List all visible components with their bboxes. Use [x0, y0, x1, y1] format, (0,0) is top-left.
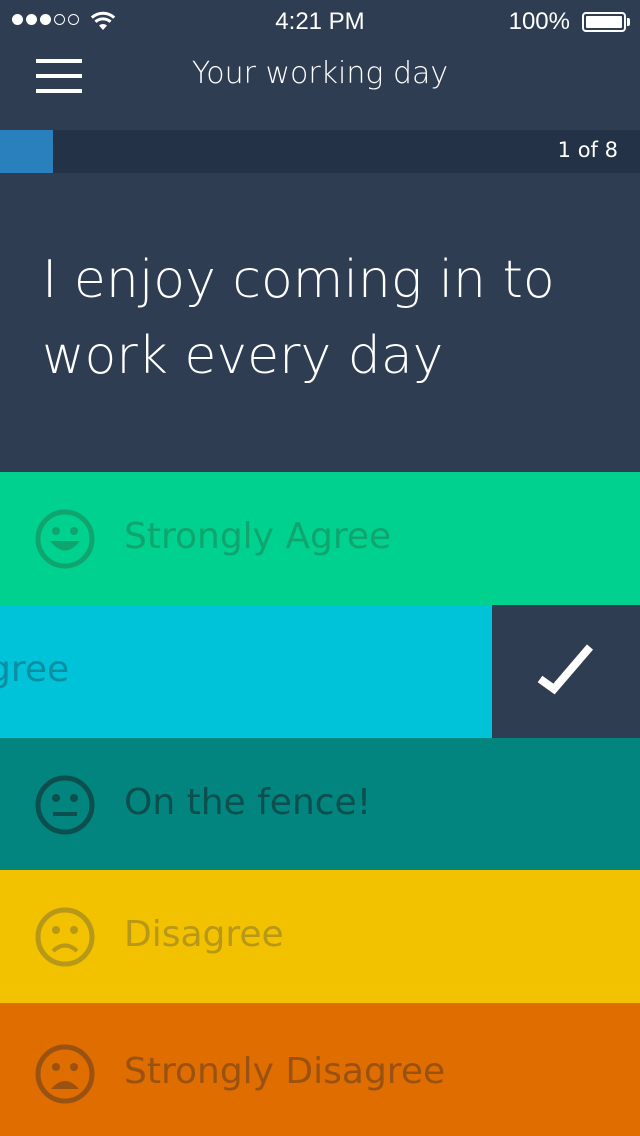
neutral-face-icon — [35, 775, 95, 835]
option-on-the-fence[interactable]: On the fence! — [0, 738, 640, 870]
progress-fill — [0, 130, 53, 173]
progress-text: 1 of 8 — [557, 138, 618, 162]
status-bar: 4:21 PM 100% — [0, 0, 640, 44]
nav-bar: Your working day — [0, 44, 640, 128]
very-happy-face-icon — [35, 509, 95, 569]
selected-indicator — [492, 605, 640, 738]
page-title: Your working day — [191, 56, 449, 91]
progress-bar: 1 of 8 — [0, 130, 640, 173]
option-label: On the fence! — [124, 782, 372, 823]
option-label: gree — [0, 649, 70, 690]
battery-percent: 100% — [508, 8, 570, 35]
option-disagree[interactable]: Disagree — [0, 870, 640, 1003]
option-agree[interactable]: gree — [0, 605, 640, 738]
option-strongly-agree[interactable]: Strongly Agree — [0, 472, 640, 605]
sad-face-icon — [35, 907, 95, 967]
checkmark-icon — [537, 644, 594, 695]
question-text: I enjoy coming in to work every day — [42, 250, 555, 386]
option-label: Strongly Disagree — [124, 1051, 446, 1092]
battery-tip — [627, 18, 630, 26]
very-sad-face-icon — [35, 1044, 95, 1104]
option-label: Disagree — [124, 914, 284, 955]
battery-icon — [582, 12, 626, 32]
option-strongly-disagree[interactable]: Strongly Disagree — [0, 1003, 640, 1136]
option-label: Strongly Agree — [124, 516, 392, 557]
